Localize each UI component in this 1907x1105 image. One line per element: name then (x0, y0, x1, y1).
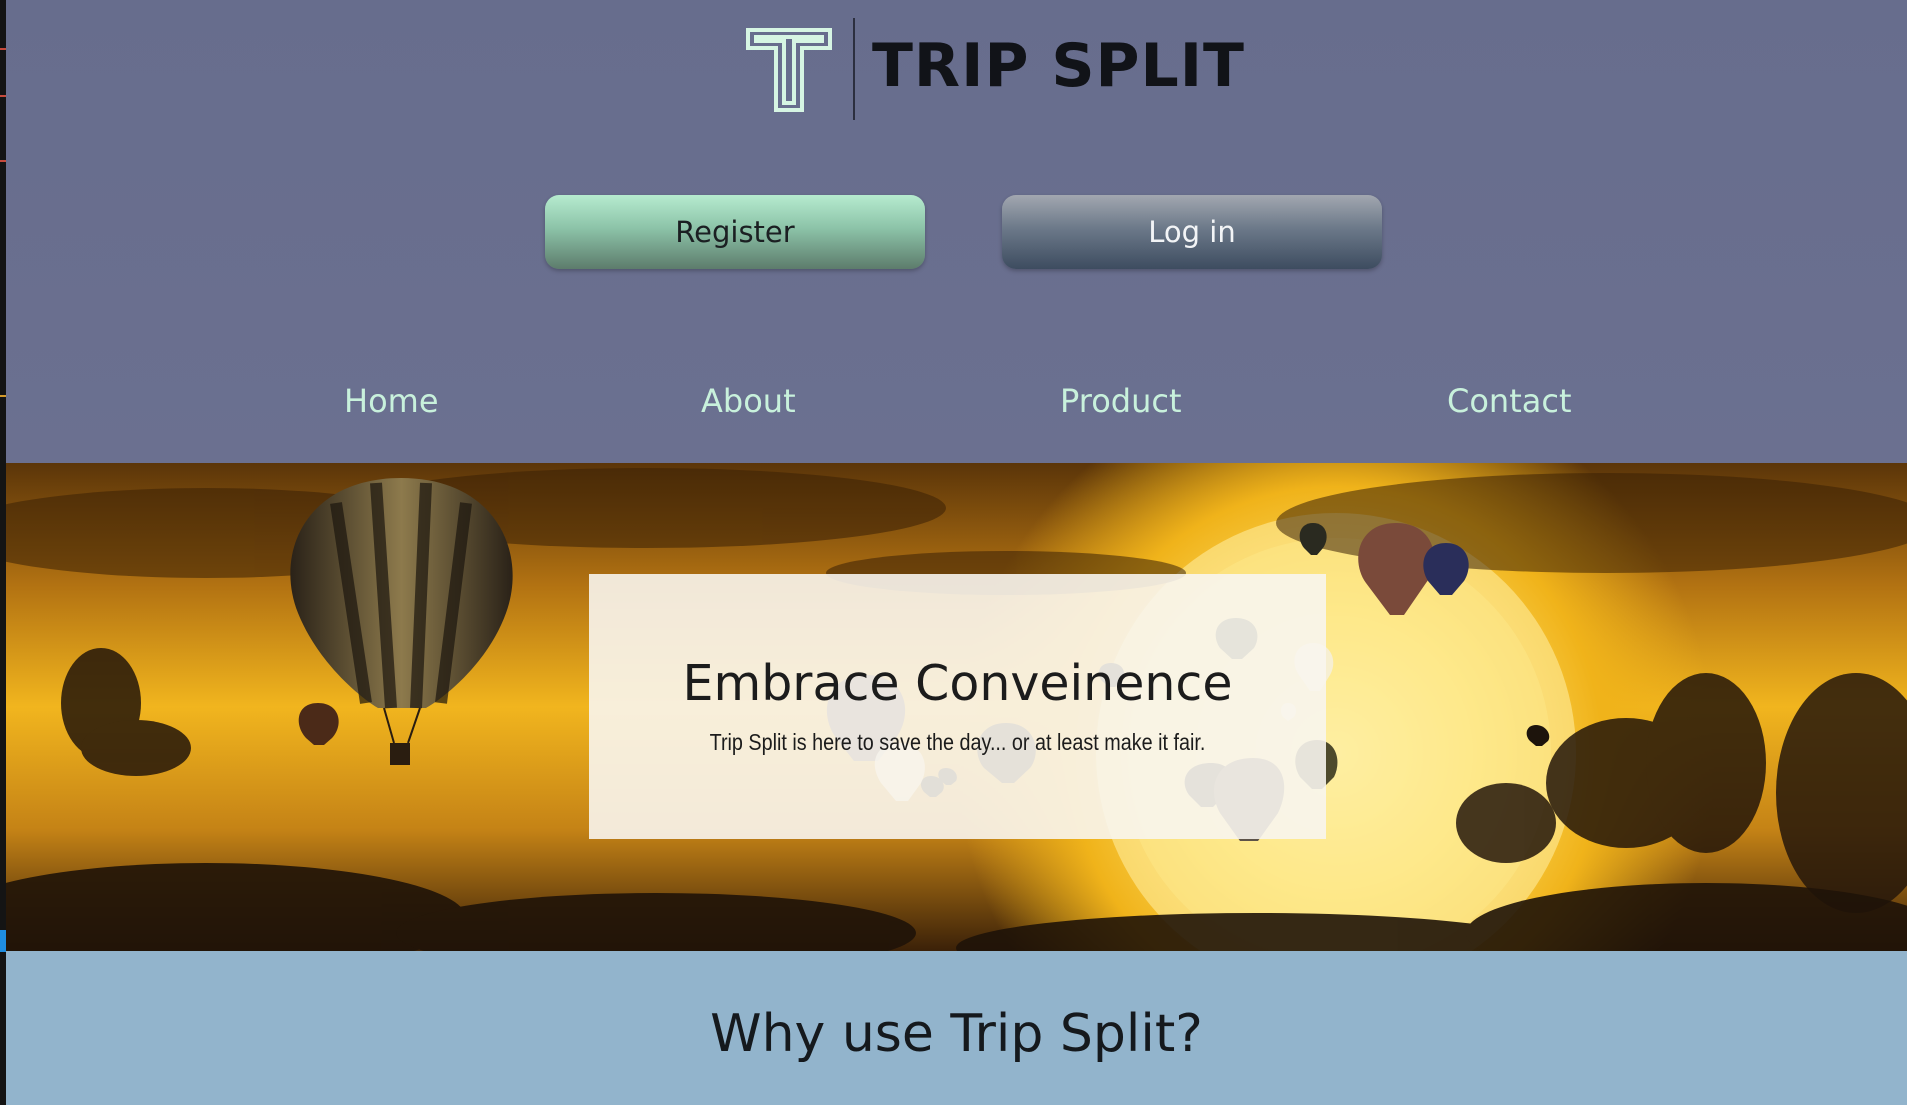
hero-title: Embrace Conveinence (682, 655, 1233, 712)
page: TRIP SPLIT Register Log in Home About Pr… (0, 0, 1907, 1105)
hero-card: Embrace Conveinence Trip Split is here t… (589, 574, 1326, 839)
brand-logo[interactable]: TRIP SPLIT (744, 18, 1244, 122)
nav-contact-link[interactable]: Contact (1447, 385, 1572, 417)
nav-home-link[interactable]: Home (344, 385, 439, 417)
hero-subtitle: Trip Split is here to save the day... or… (709, 729, 1206, 755)
nav-about-link[interactable]: About (701, 385, 796, 417)
hero-banner: Embrace Conveinence Trip Split is here t… (6, 463, 1907, 951)
why-section-title: Why use Trip Split? (710, 1004, 1203, 1064)
nav-product-link[interactable]: Product (1060, 385, 1182, 417)
logo-divider (853, 18, 855, 120)
brand-name: TRIP SPLIT (872, 31, 1245, 101)
register-button[interactable]: Register (545, 195, 925, 269)
login-button[interactable]: Log in (1002, 195, 1382, 269)
why-section: Why use Trip Split? (6, 951, 1907, 1105)
trip-split-t-logo-icon (746, 28, 832, 112)
site-header: TRIP SPLIT Register Log in Home About Pr… (6, 0, 1907, 463)
